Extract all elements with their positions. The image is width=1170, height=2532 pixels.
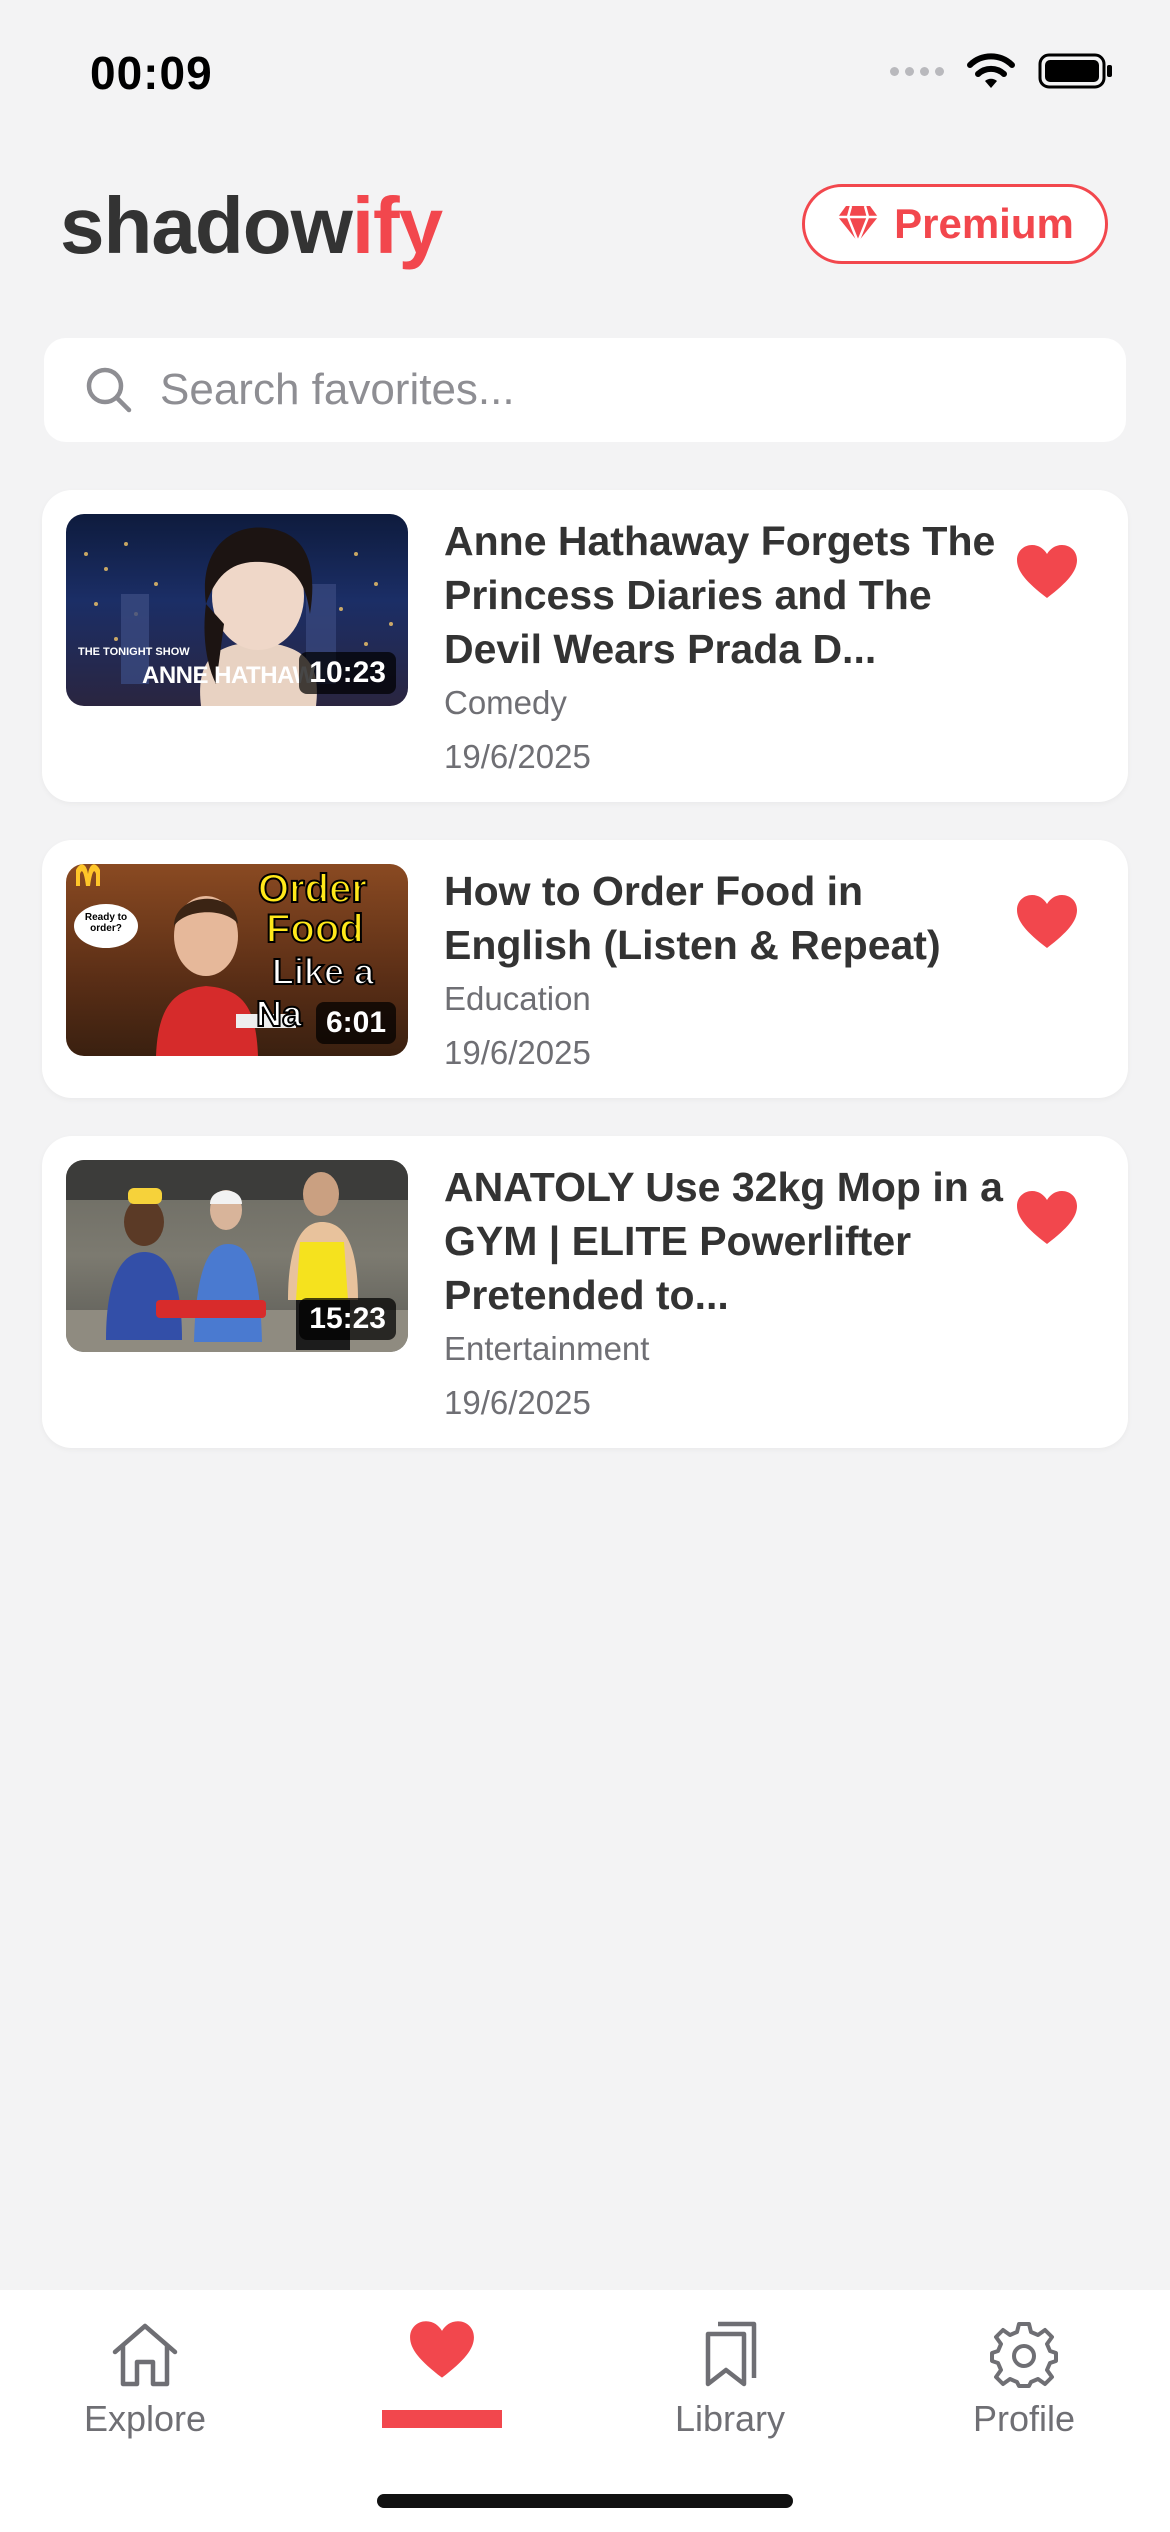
app-logo: shadowify bbox=[60, 180, 443, 272]
battery-icon bbox=[1038, 53, 1112, 89]
favorites-screen: 00:09 shadowify Premium Search favorites… bbox=[0, 0, 1170, 2532]
thumbnail-text-line2: Food bbox=[265, 907, 365, 951]
favorite-video-card[interactable]: THE TONIGHT SHOW ANNE HATHAW 10:23 Anne … bbox=[42, 490, 1128, 802]
premium-label: Premium bbox=[894, 200, 1074, 247]
video-title: Anne Hathaway Forgets The Princess Diari… bbox=[444, 518, 996, 672]
video-title: ANATOLY Use 32kg Mop in a GYM | ELITE Po… bbox=[444, 1164, 1003, 1318]
favorite-video-card[interactable]: 15:23 ANATOLY Use 32kg Mop in a GYM | EL… bbox=[42, 1136, 1128, 1448]
search-input[interactable] bbox=[160, 365, 1060, 415]
thumbnail-caption: ANNE HATHAW bbox=[142, 662, 315, 689]
nav-label-explore: Explore bbox=[83, 2398, 207, 2439]
video-thumbnail[interactable]: 15:23 bbox=[66, 1160, 408, 1352]
video-title: How to Order Food in English (Listen & R… bbox=[444, 868, 941, 968]
video-date: 19/6/2025 bbox=[444, 1034, 591, 1071]
status-time: 00:09 bbox=[90, 47, 213, 99]
video-date: 19/6/2025 bbox=[444, 738, 591, 775]
video-duration: 6:01 bbox=[315, 1002, 396, 1044]
thumbnail-bubble-text: Ready to order? bbox=[84, 912, 128, 934]
search-icon bbox=[86, 367, 132, 413]
thumbnail-small-caption: THE TONIGHT SHOW bbox=[78, 646, 190, 658]
heart-icon bbox=[410, 2321, 474, 2378]
thumbnail-text-line3: Like a bbox=[271, 951, 375, 993]
video-duration: 10:23 bbox=[299, 652, 396, 694]
favorite-video-card[interactable]: Ready to order? Order Food Like a Na 6:0… bbox=[42, 840, 1128, 1098]
video-thumbnail[interactable]: Ready to order? Order Food Like a Na 6:0… bbox=[66, 864, 408, 1056]
heart-icon[interactable] bbox=[1016, 544, 1078, 600]
heart-icon[interactable] bbox=[1016, 1190, 1078, 1246]
cellular-signal-icon bbox=[890, 66, 944, 76]
status-icons bbox=[890, 52, 1114, 90]
nav-item-library[interactable]: Library bbox=[620, 2320, 840, 2440]
nav-item-explore[interactable]: Explore bbox=[35, 2320, 255, 2440]
video-category: Entertainment bbox=[444, 1330, 650, 1367]
thumbnail-text-line4: Na bbox=[255, 993, 303, 1035]
nav-label-library: Library bbox=[674, 2398, 786, 2439]
video-duration: 15:23 bbox=[299, 1298, 396, 1340]
wifi-icon bbox=[967, 53, 1015, 88]
video-category: Comedy bbox=[444, 684, 567, 721]
bookmark-icon bbox=[705, 2321, 757, 2387]
video-date: 19/6/2025 bbox=[444, 1384, 591, 1421]
search-bar[interactable] bbox=[44, 338, 1126, 442]
nav-item-favorites[interactable] bbox=[332, 2320, 552, 2380]
active-tab-indicator bbox=[382, 2410, 502, 2428]
nav-label-profile: Profile bbox=[972, 2398, 1076, 2439]
video-category: Education bbox=[444, 980, 591, 1017]
home-icon bbox=[112, 2323, 178, 2387]
app-logo-part1: shadow bbox=[60, 181, 353, 270]
thumbnail-text-line1: Order bbox=[257, 867, 368, 911]
diamond-icon bbox=[838, 205, 879, 244]
premium-button[interactable]: Premium bbox=[802, 184, 1108, 264]
video-thumbnail[interactable]: THE TONIGHT SHOW ANNE HATHAW 10:23 bbox=[66, 514, 408, 706]
app-logo-part2: ify bbox=[351, 181, 443, 270]
home-indicator bbox=[377, 2494, 793, 2508]
heart-icon[interactable] bbox=[1016, 894, 1078, 950]
gear-icon bbox=[990, 2322, 1058, 2388]
status-bar: 00:09 bbox=[0, 0, 1170, 140]
nav-item-profile[interactable]: Profile bbox=[914, 2320, 1134, 2440]
